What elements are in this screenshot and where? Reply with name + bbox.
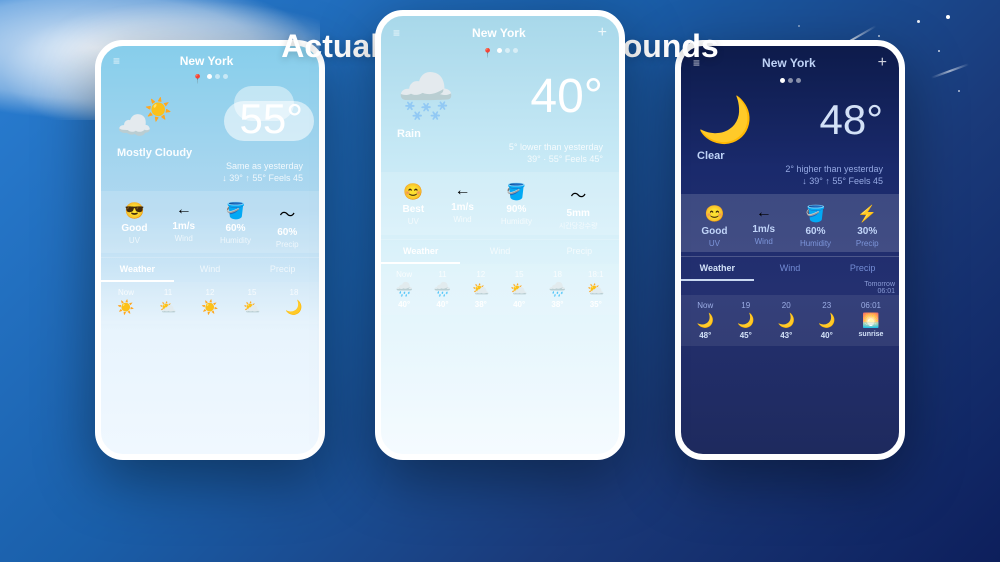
tab-weather-left[interactable]: Weather <box>101 258 174 282</box>
phone-center: ≡ New York + 📍 🌨️ 40° Rain 5° lower than… <box>375 10 625 460</box>
left-hourly-row: Now ☀️ 11 ⛅ 12 ☀️ 15 ⛅ 18 🌙 <box>101 282 319 324</box>
stat-humidity: 🪣 60% Humidity <box>220 201 251 249</box>
moon-icon: 🌙 <box>697 93 753 146</box>
center-condition: Rain <box>381 128 619 140</box>
left-condition: Mostly Cloudy <box>101 147 319 159</box>
phone-right: ≡ New York + 🌙 48° Clear 2° higher than … <box>675 40 905 460</box>
right-stat-precip: ⚡ 30% Precip <box>856 204 879 248</box>
tab-weather-right[interactable]: Weather <box>681 257 754 281</box>
left-range: ↓ 39° ↑ 55° Feels 45 <box>101 173 319 183</box>
tab-wind-right[interactable]: Wind <box>754 257 827 281</box>
stat-uv: 😎 Good UV <box>121 201 147 249</box>
center-stat-uv: 😊 Best UV <box>402 182 424 231</box>
plus-icon-center[interactable]: + <box>598 24 607 42</box>
left-location-dots: 📍 <box>101 72 319 87</box>
tab-precip-left[interactable]: Precip <box>246 258 319 282</box>
center-stat-wind: ← 1m/s Wind <box>451 182 474 231</box>
cloud-sun-icon: ☀️ ☁️ <box>117 97 172 142</box>
tab-precip-center[interactable]: Precip <box>540 240 619 264</box>
left-stats-row: 😎 Good UV ← 1m/s Wind 🪣 60% Humidity 〜 6… <box>101 191 319 253</box>
stat-precip: 〜 60% Precip <box>276 201 299 249</box>
right-range: ↓ 39° ↑ 55° Feels 45 <box>681 176 899 186</box>
right-location-dots <box>681 76 899 85</box>
center-temperature: 40° <box>530 69 603 124</box>
rain-snow-icon: 🌨️ <box>397 69 454 124</box>
center-stat-humidity: 🪣 90% Humidity <box>501 182 532 231</box>
center-weather-icon-area: 🌨️ 40° <box>381 61 619 128</box>
phone-left: ≡ New York 📍 ☀️ ☁️ 55° Mostly Cloudy Sam… <box>95 40 325 460</box>
right-hourly-row: Now 🌙 48° 19 🌙 45° 20 🌙 43° 23 🌙 40° 06:… <box>681 295 899 346</box>
tab-weather-center[interactable]: Weather <box>381 240 460 264</box>
right-stat-uv: 😊 Good UV <box>701 204 727 248</box>
center-tabs: Weather Wind Precip <box>381 239 619 264</box>
tab-precip-right[interactable]: Precip <box>826 257 899 281</box>
center-comparison: 5° lower than yesterday <box>381 140 619 154</box>
right-condition: Clear <box>681 150 899 162</box>
center-city-name: New York <box>400 26 598 40</box>
hamburger-icon-center: ≡ <box>393 26 400 40</box>
tomorrow-label: Tomorrow06:01 <box>681 281 899 295</box>
stat-wind: ← 1m/s Wind <box>172 201 195 249</box>
center-range: 39° · 55° Feels 45° <box>381 154 619 164</box>
right-stat-wind: ← 1m/s Wind <box>752 204 775 248</box>
center-phone-header: ≡ New York + <box>381 16 619 46</box>
right-comparison: 2° higher than yesterday <box>681 162 899 176</box>
right-stat-humidity: 🪣 60% Humidity <box>800 204 831 248</box>
center-hourly-row: Now 🌧️ 40° 11 🌧️ 40° 12 ⛅ 38° 15 ⛅ 40° 1… <box>381 264 619 315</box>
right-tabs: Weather Wind Precip <box>681 256 899 281</box>
left-tabs: Weather Wind Precip <box>101 257 319 282</box>
right-stats-row: 😊 Good UV ← 1m/s Wind 🪣 60% Humidity ⚡ 3… <box>681 194 899 252</box>
center-stat-precip: 〜 5mm 시간당강수량 <box>559 182 598 231</box>
tab-wind-center[interactable]: Wind <box>460 240 539 264</box>
right-weather-icon-area: 🌙 48° <box>681 85 899 150</box>
center-stats-row: 😊 Best UV ← 1m/s Wind 🪣 90% Humidity 〜 5… <box>381 172 619 235</box>
left-comparison: Same as yesterday <box>101 159 319 173</box>
right-temperature: 48° <box>819 96 883 144</box>
center-location-dots: 📍 <box>381 46 619 61</box>
tab-wind-left[interactable]: Wind <box>174 258 247 282</box>
